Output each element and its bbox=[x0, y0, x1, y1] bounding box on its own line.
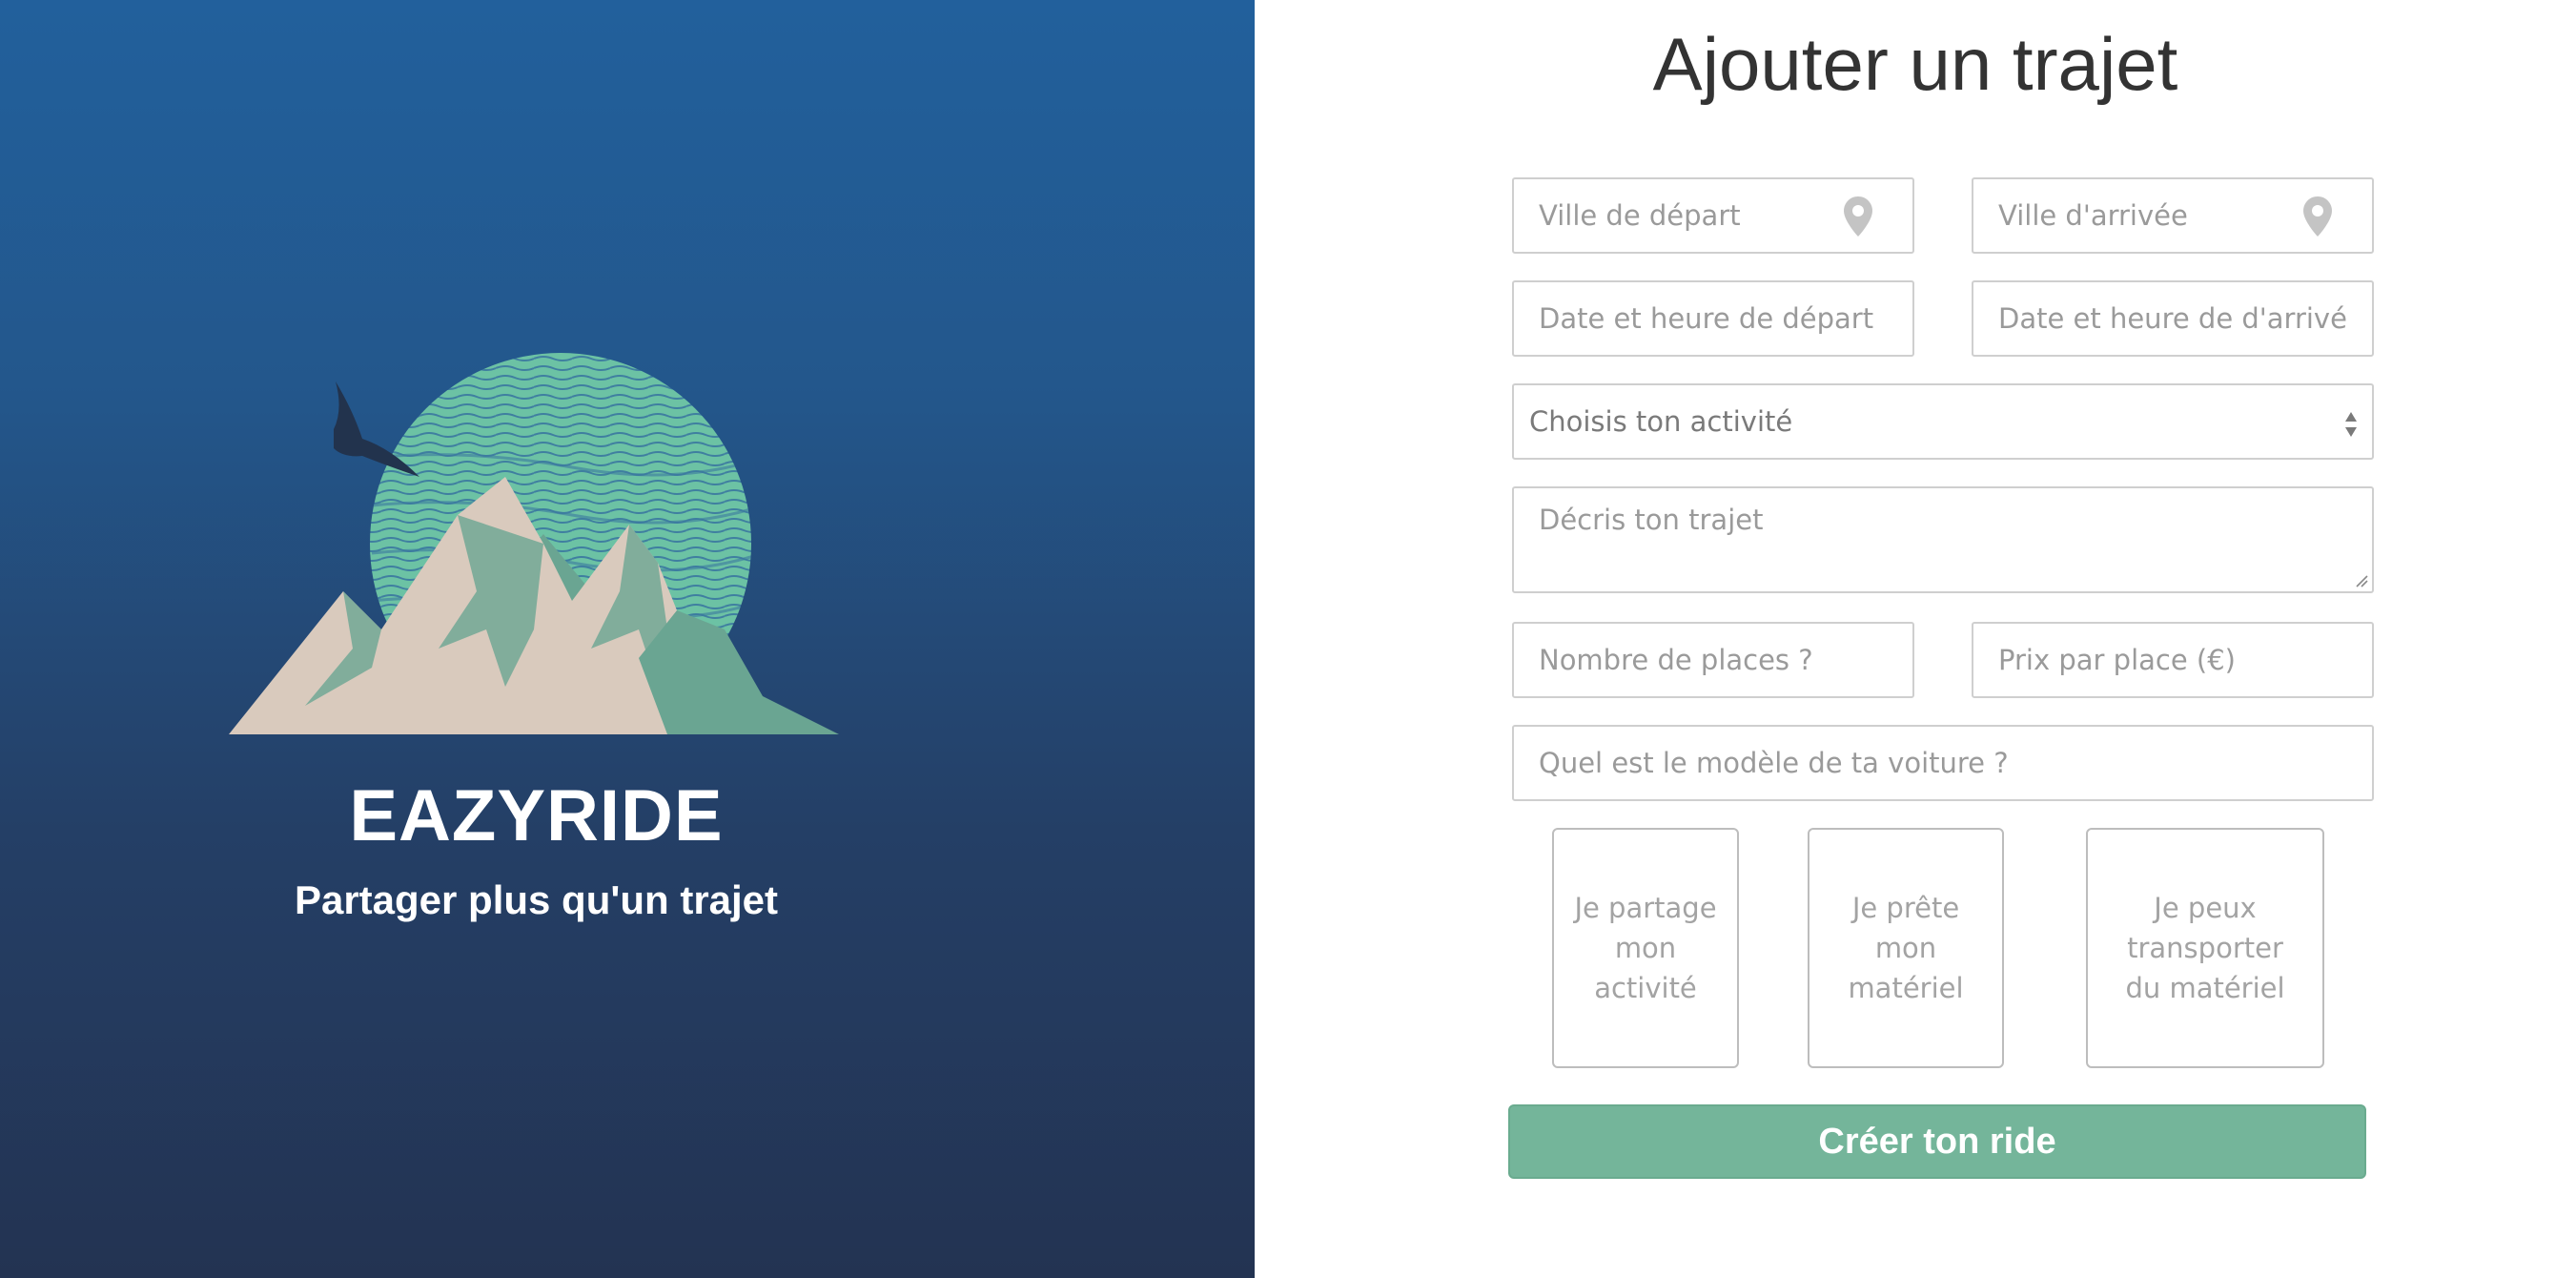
activity-select-value: Choisis ton activité bbox=[1529, 405, 1793, 438]
departure-city-input[interactable]: Ville de départ bbox=[1512, 177, 1914, 254]
price-input[interactable]: Prix par place (€) bbox=[1972, 622, 2374, 698]
description-placeholder: Décris ton trajet bbox=[1539, 504, 1764, 536]
option-share-activity-label: Je partage mon activité bbox=[1574, 892, 1717, 1004]
departure-city-placeholder: Ville de départ bbox=[1539, 199, 1741, 232]
option-transport-gear-label: Je peux transporter du matériel bbox=[2125, 892, 2285, 1004]
option-share-activity[interactable]: Je partage mon activité bbox=[1552, 828, 1739, 1068]
description-textarea[interactable]: Décris ton trajet bbox=[1512, 486, 2374, 593]
arrival-city-input[interactable]: Ville d'arrivée bbox=[1972, 177, 2374, 254]
option-lend-gear-label: Je prête mon matériel bbox=[1848, 892, 1964, 1004]
departure-datetime-placeholder: Date et heure de départ bbox=[1539, 302, 1874, 335]
location-pin-icon bbox=[1844, 196, 1872, 237]
option-lend-gear[interactable]: Je prête mon matériel bbox=[1808, 828, 2004, 1068]
seats-placeholder: Nombre de places ? bbox=[1539, 644, 1813, 676]
page: EAZYRIDE Partager plus qu'un trajet Ajou… bbox=[0, 0, 2576, 1278]
option-transport-gear[interactable]: Je peux transporter du matériel bbox=[2086, 828, 2324, 1068]
location-pin-icon bbox=[2303, 196, 2332, 237]
add-ride-form: Ajouter un trajet Ville de départ Ville … bbox=[1255, 0, 2576, 1278]
arrival-datetime-placeholder: Date et heure de d'arrivé bbox=[1998, 302, 2347, 335]
departure-datetime-input[interactable]: Date et heure de départ bbox=[1512, 280, 1914, 357]
brand-name: EAZYRIDE bbox=[349, 775, 724, 856]
price-placeholder: Prix par place (€) bbox=[1998, 644, 2236, 676]
mountain-logo-icon bbox=[229, 353, 839, 734]
brand-panel: EAZYRIDE Partager plus qu'un trajet bbox=[0, 0, 1255, 1278]
arrival-datetime-input[interactable]: Date et heure de d'arrivé bbox=[1972, 280, 2374, 357]
resize-handle-icon[interactable] bbox=[2353, 572, 2368, 587]
car-model-input[interactable]: Quel est le modèle de ta voiture ? bbox=[1512, 725, 2374, 801]
car-model-placeholder: Quel est le modèle de ta voiture ? bbox=[1539, 747, 2009, 779]
brand-tagline: Partager plus qu'un trajet bbox=[294, 877, 779, 922]
select-arrows-icon bbox=[2345, 412, 2357, 437]
activity-select[interactable]: Choisis ton activité bbox=[1512, 383, 2374, 460]
arrival-city-placeholder: Ville d'arrivée bbox=[1998, 199, 2188, 232]
page-title: Ajouter un trajet bbox=[1652, 22, 2178, 106]
seats-input[interactable]: Nombre de places ? bbox=[1512, 622, 1914, 698]
create-ride-button[interactable]: Créer ton ride bbox=[1508, 1104, 2366, 1179]
